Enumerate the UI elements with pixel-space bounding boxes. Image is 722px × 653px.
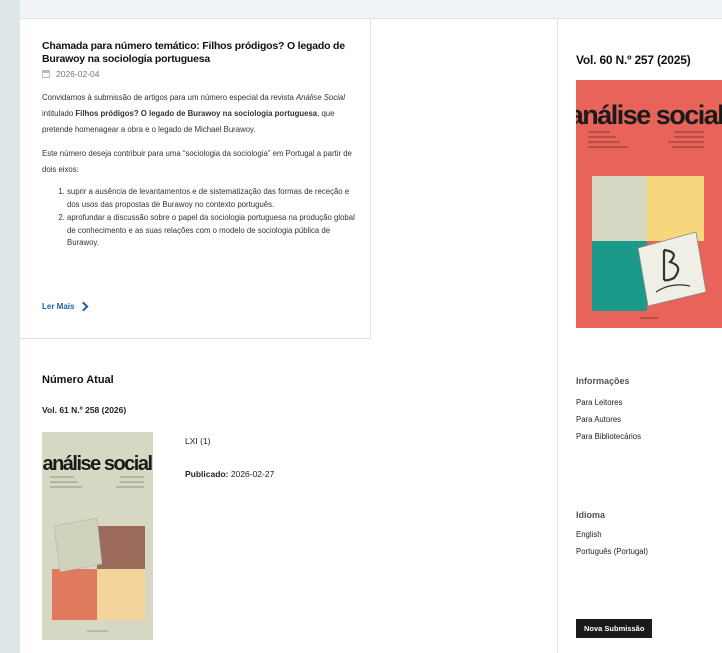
page: Chamada para número temático: Filhos pró… xyxy=(20,0,722,653)
announcement-date-text: 2026-02-04 xyxy=(56,69,100,79)
current-issue-meta: LXI (1) Publicado: 2026-02-27 xyxy=(185,436,274,479)
current-issue-heading: Número Atual xyxy=(42,374,114,386)
language-portuguese[interactable]: Português (Portugal) xyxy=(576,543,648,560)
link-readers[interactable]: Para Leitores xyxy=(576,394,641,411)
language-english[interactable]: English xyxy=(576,526,648,543)
announcement-body: Convidamos à submissão de artigos para u… xyxy=(42,90,360,250)
main-column: Chamada para número temático: Filhos pró… xyxy=(20,18,558,653)
current-issue-cover[interactable]: análise social xyxy=(42,432,154,645)
link-librarians[interactable]: Para Bibliotecários xyxy=(576,428,641,445)
current-issue-published: Publicado: 2026-02-27 xyxy=(185,469,275,479)
information-heading: Informações xyxy=(576,376,630,386)
information-block: Informações Para Leitores Para Autores P… xyxy=(576,376,641,445)
announcement-paragraph-2: Este número deseja contribuir para uma “… xyxy=(42,149,352,174)
current-issue-number: LXI (1) xyxy=(185,436,211,446)
top-strip xyxy=(20,0,722,19)
current-issue-section: Número Atual Vol. 61 N.º 258 (2026) anál… xyxy=(42,374,542,640)
language-links: English Português (Portugal) xyxy=(576,526,648,560)
sidebar-volume-title[interactable]: Vol. 60 N.º 257 (2025) xyxy=(576,53,691,67)
announcement-card: Chamada para número temático: Filhos pró… xyxy=(20,18,371,339)
language-block: Idioma English Português (Portugal) xyxy=(576,510,648,560)
link-authors[interactable]: Para Autores xyxy=(576,411,641,428)
sidebar: Vol. 60 N.º 257 (2025) análise social In… xyxy=(569,18,722,653)
new-submission-button[interactable]: Nova Submissão xyxy=(576,619,653,638)
sidebar-cover-image: análise social xyxy=(569,80,722,328)
language-heading: Idioma xyxy=(576,510,606,520)
list-item: aprofundar a discussão sobre o papel da … xyxy=(67,212,360,250)
read-more-label: Ler Mais xyxy=(42,302,75,311)
information-links: Para Leitores Para Autores Para Bibliote… xyxy=(576,394,641,445)
current-issue-volume[interactable]: Vol. 61 N.º 258 (2026) xyxy=(42,405,542,415)
announcement-title[interactable]: Chamada para número temático: Filhos pró… xyxy=(42,40,360,66)
read-more-link[interactable]: Ler Mais xyxy=(42,301,89,312)
list-item: suprir a ausência de levantamentos e de … xyxy=(67,186,360,211)
calendar-icon xyxy=(42,70,50,78)
chevron-right-icon xyxy=(79,301,89,312)
sidebar-cover[interactable]: análise social xyxy=(569,80,722,333)
current-cover-image: análise social xyxy=(42,432,154,640)
announcement-list: suprir a ausência de levantamentos e de … xyxy=(42,186,360,250)
sidebar-cover-wordmark: análise social xyxy=(576,100,722,130)
current-cover-wordmark: análise social xyxy=(42,453,152,475)
announcement-paragraph-1: Convidamos à submissão de artigos para u… xyxy=(42,93,345,134)
announcement-date: 2026-02-04 xyxy=(42,69,360,79)
